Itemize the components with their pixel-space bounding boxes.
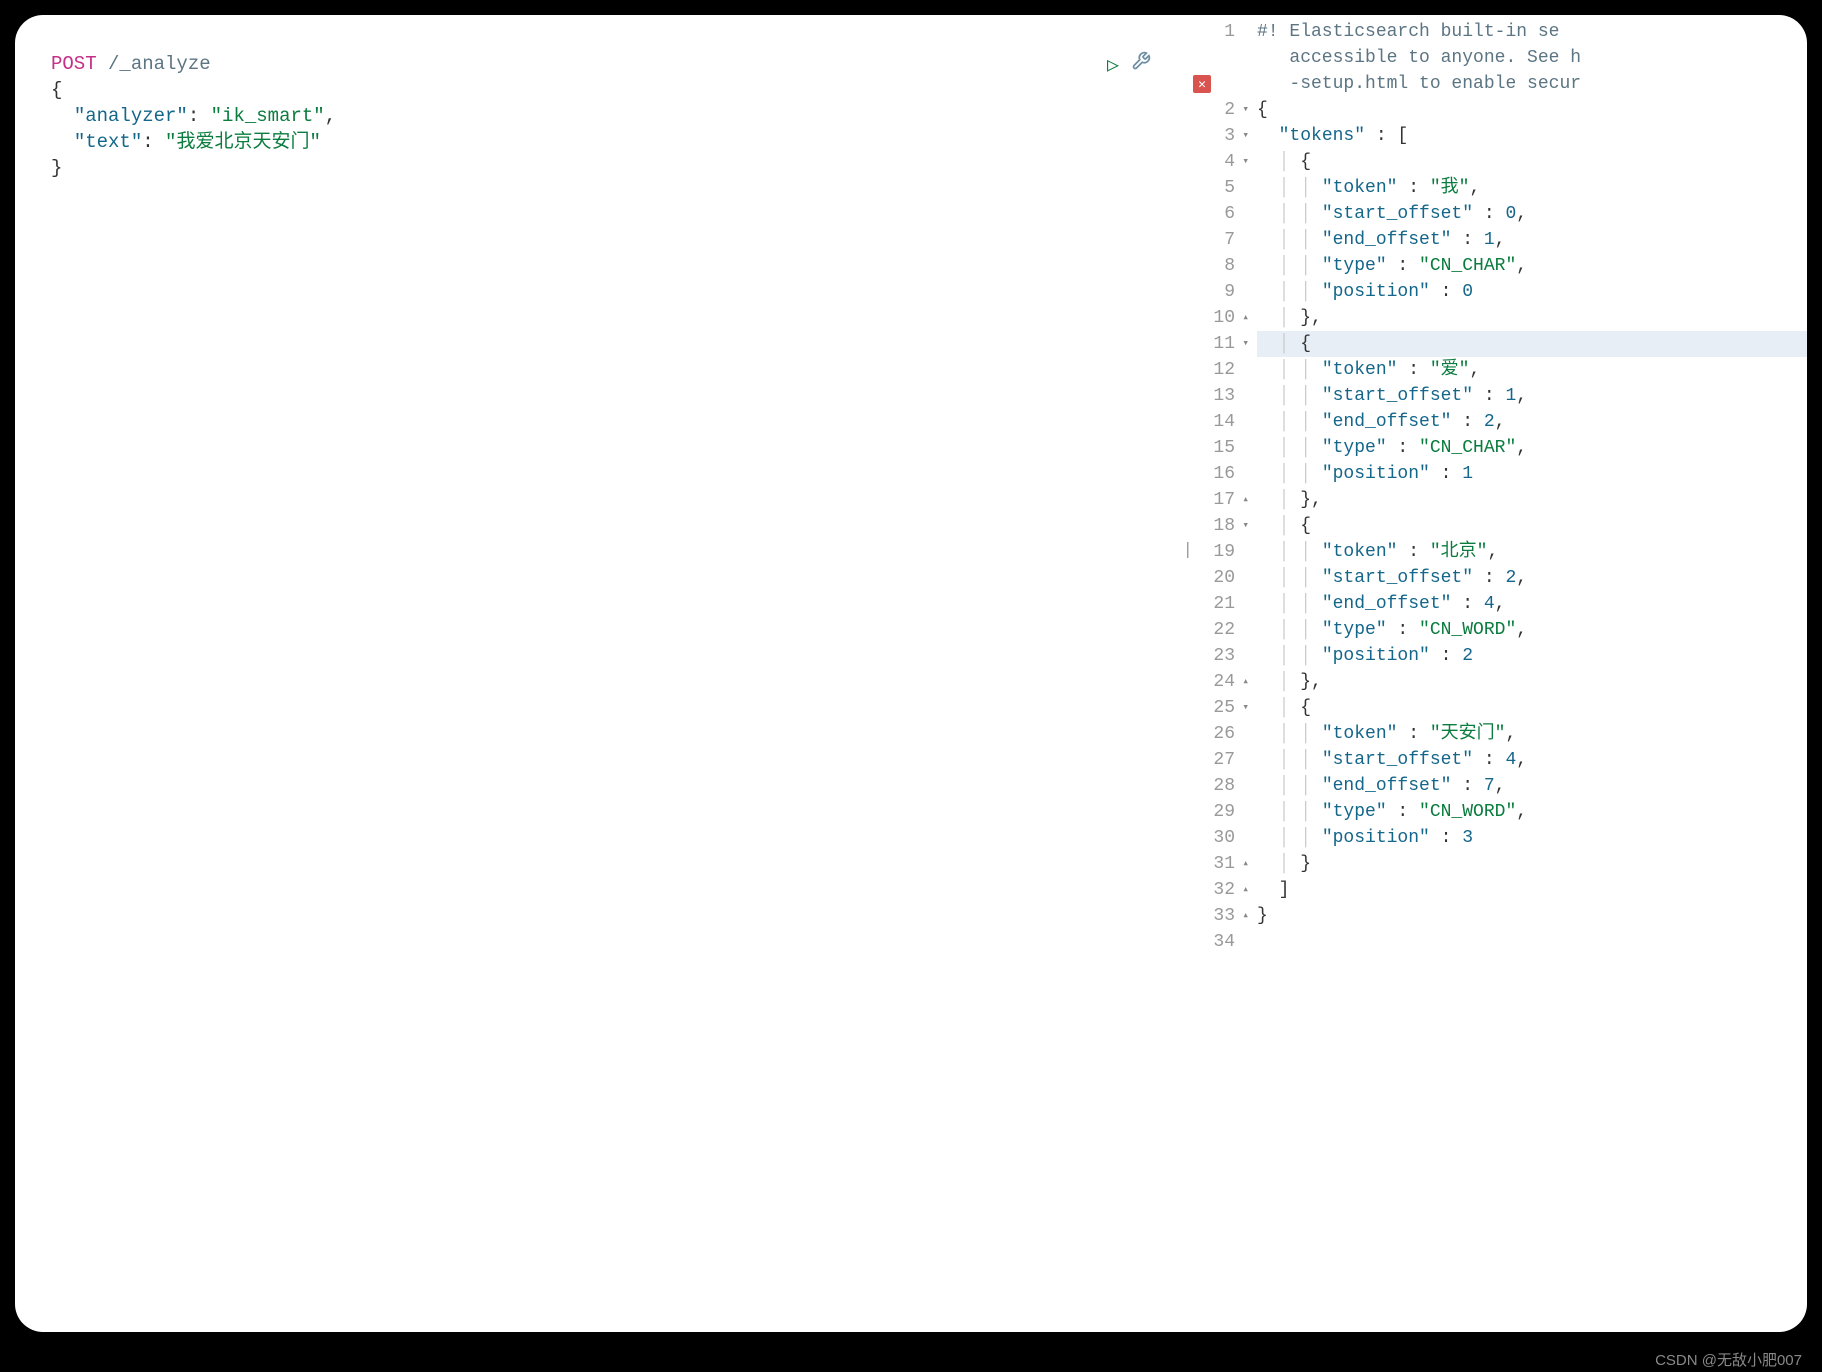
line-number: 3▾ — [1187, 123, 1249, 149]
request-code[interactable]: POST /_analyze{ "analyzer": "ik_smart", … — [51, 51, 1151, 181]
fold-icon[interactable]: ▴ — [1239, 487, 1249, 513]
code-line[interactable]: │ │ "type" : "CN_WORD", — [1257, 617, 1807, 643]
line-number: 18▾ — [1187, 513, 1249, 539]
code-line[interactable]: │ │ "end_offset" : 1, — [1257, 227, 1807, 253]
code-line[interactable]: "tokens" : [ — [1257, 123, 1807, 149]
code-line[interactable]: │ │ "position" : 3 — [1257, 825, 1807, 851]
line-number: 31▴ — [1187, 851, 1249, 877]
code-line[interactable]: │ │ "position" : 1 — [1257, 461, 1807, 487]
code-line[interactable]: │ │ "end_offset" : 2, — [1257, 409, 1807, 435]
code-line[interactable]: │ }, — [1257, 669, 1807, 695]
line-number: 9 — [1187, 279, 1249, 305]
line-number: 2▾ — [1187, 97, 1249, 123]
fold-icon[interactable]: ▴ — [1239, 903, 1249, 929]
code-line[interactable]: │ }, — [1257, 305, 1807, 331]
line-number: 27 — [1187, 747, 1249, 773]
code-line[interactable]: │ │ "token" : "我", — [1257, 175, 1807, 201]
line-number: 24▴ — [1187, 669, 1249, 695]
code-line[interactable]: │ }, — [1257, 487, 1807, 513]
code-line[interactable]: │ │ "position" : 2 — [1257, 643, 1807, 669]
code-line[interactable]: │ │ "token" : "北京", — [1257, 539, 1807, 565]
line-number: 8 — [1187, 253, 1249, 279]
wrench-icon[interactable] — [1131, 51, 1151, 78]
line-number: 23 — [1187, 643, 1249, 669]
code-line[interactable]: │ { — [1257, 149, 1807, 175]
code-line[interactable]: │ │ "type" : "CN_WORD", — [1257, 799, 1807, 825]
code-line[interactable]: { — [1257, 97, 1807, 123]
fold-icon[interactable]: ▾ — [1239, 513, 1249, 539]
line-number: 34 — [1187, 929, 1249, 955]
divider-handle[interactable]: ‖ — [1187, 539, 1191, 559]
fold-icon[interactable]: ▾ — [1239, 149, 1249, 175]
watermark: CSDN @无敌小肥007 — [1655, 1349, 1802, 1370]
code-line[interactable]: accessible to anyone. See h — [1257, 45, 1807, 71]
line-number: 16 — [1187, 461, 1249, 487]
line-number: 15 — [1187, 435, 1249, 461]
line-number — [1187, 45, 1249, 71]
line-number: 1 — [1187, 19, 1249, 45]
code-line[interactable]: │ │ "start_offset" : 1, — [1257, 383, 1807, 409]
line-number: 33▴ — [1187, 903, 1249, 929]
line-number: 32▴ — [1187, 877, 1249, 903]
code-line[interactable]: │ │ "token" : "天安门", — [1257, 721, 1807, 747]
code-line[interactable]: │ │ "position" : 0 — [1257, 279, 1807, 305]
line-number: 29 — [1187, 799, 1249, 825]
line-number: 30 — [1187, 825, 1249, 851]
request-editor[interactable]: ▷ POST /_analyze{ "analyzer": "ik_smart"… — [15, 15, 1187, 1332]
line-number: 17▴ — [1187, 487, 1249, 513]
code-line[interactable]: │ { — [1257, 695, 1807, 721]
fold-icon[interactable]: ▴ — [1239, 669, 1249, 695]
fold-icon[interactable]: ▾ — [1239, 123, 1249, 149]
line-number: 5 — [1187, 175, 1249, 201]
line-number: 20 — [1187, 565, 1249, 591]
run-icon[interactable]: ▷ — [1107, 52, 1119, 78]
line-number: 21 — [1187, 591, 1249, 617]
code-line[interactable] — [1257, 929, 1807, 955]
code-line[interactable]: │ │ "end_offset" : 4, — [1257, 591, 1807, 617]
response-panel: ✕ ‖ 1 2▾3▾4▾5678910▴11▾121314151617▴18▾19… — [1187, 15, 1807, 1332]
code-line[interactable]: │ │ "end_offset" : 7, — [1257, 773, 1807, 799]
editor-container: ▷ POST /_analyze{ "analyzer": "ik_smart"… — [15, 15, 1807, 1332]
fold-icon[interactable]: ▴ — [1239, 851, 1249, 877]
line-number: 28 — [1187, 773, 1249, 799]
line-number-gutter: 1 2▾3▾4▾5678910▴11▾121314151617▴18▾192021… — [1187, 15, 1257, 1332]
response-code[interactable]: #! Elasticsearch built-in se accessible … — [1257, 15, 1807, 1332]
line-number: 26 — [1187, 721, 1249, 747]
code-line[interactable]: │ │ "start_offset" : 0, — [1257, 201, 1807, 227]
code-line[interactable]: │ { — [1257, 513, 1807, 539]
action-icons: ▷ — [1107, 51, 1151, 78]
fold-icon[interactable]: ▴ — [1239, 877, 1249, 903]
line-number: 10▴ — [1187, 305, 1249, 331]
error-icon[interactable]: ✕ — [1193, 75, 1211, 93]
error-gutter: ✕ — [1187, 71, 1217, 97]
code-line[interactable]: │ │ "start_offset" : 2, — [1257, 565, 1807, 591]
line-number: 19 — [1187, 539, 1249, 565]
code-line[interactable]: │ │ "type" : "CN_CHAR", — [1257, 435, 1807, 461]
code-line[interactable]: ] — [1257, 877, 1807, 903]
code-line[interactable]: #! Elasticsearch built-in se — [1257, 19, 1807, 45]
line-number: 12 — [1187, 357, 1249, 383]
fold-icon[interactable]: ▾ — [1239, 97, 1249, 123]
line-number: 11▾ — [1187, 331, 1249, 357]
line-number: 7 — [1187, 227, 1249, 253]
line-number: 4▾ — [1187, 149, 1249, 175]
code-line[interactable]: │ │ "type" : "CN_CHAR", — [1257, 253, 1807, 279]
code-line[interactable]: │ { — [1257, 331, 1807, 357]
line-number: 25▾ — [1187, 695, 1249, 721]
line-number: 6 — [1187, 201, 1249, 227]
code-line[interactable]: } — [1257, 903, 1807, 929]
fold-icon[interactable]: ▾ — [1239, 331, 1249, 357]
fold-icon[interactable]: ▾ — [1239, 695, 1249, 721]
code-line[interactable]: │ │ "token" : "爱", — [1257, 357, 1807, 383]
line-number: 22 — [1187, 617, 1249, 643]
code-line[interactable]: │ } — [1257, 851, 1807, 877]
code-line[interactable]: │ │ "start_offset" : 4, — [1257, 747, 1807, 773]
code-line[interactable]: -setup.html to enable secur — [1257, 71, 1807, 97]
line-number: 13 — [1187, 383, 1249, 409]
fold-icon[interactable]: ▴ — [1239, 305, 1249, 331]
line-number: 14 — [1187, 409, 1249, 435]
